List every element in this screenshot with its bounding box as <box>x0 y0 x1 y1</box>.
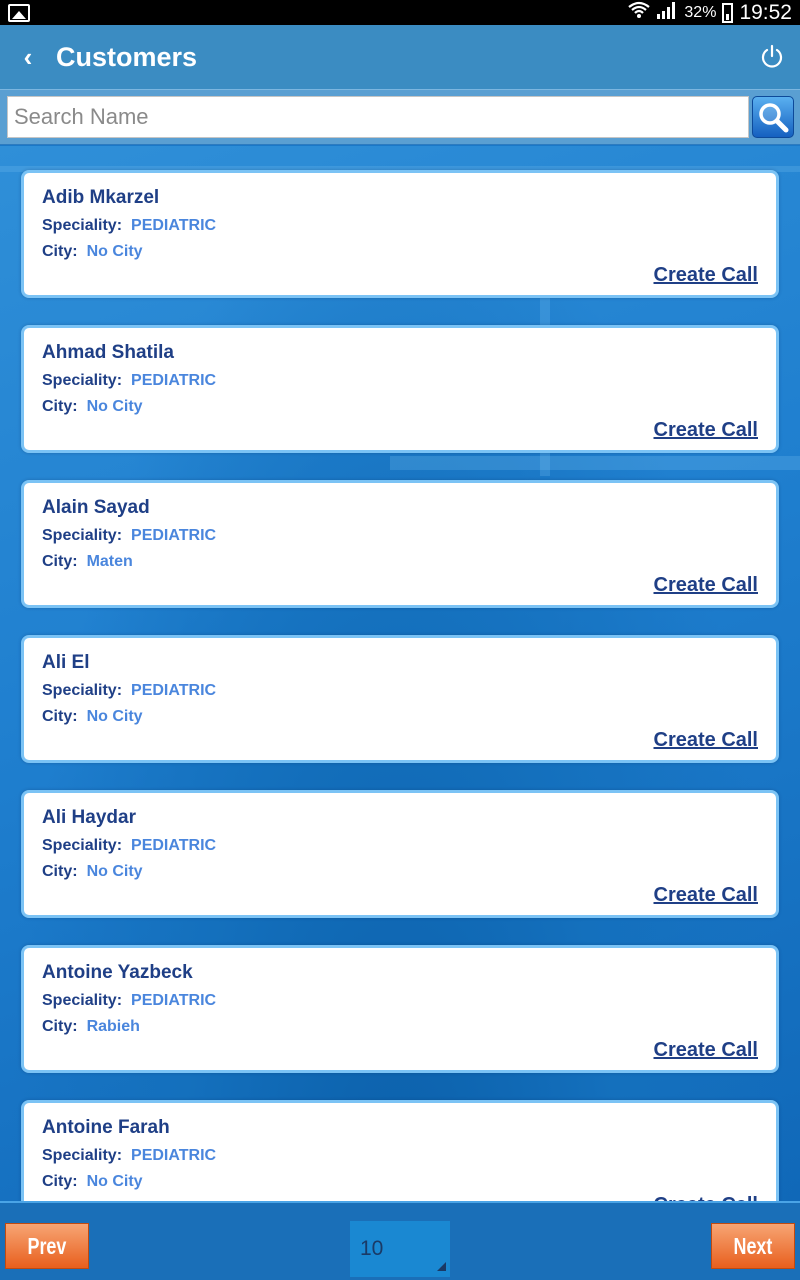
page-size-select[interactable]: 10 <box>350 1221 450 1277</box>
city-label: City: <box>42 863 78 880</box>
power-icon[interactable] <box>748 44 796 70</box>
gallery-notification-icon <box>8 3 30 22</box>
speciality-label: Speciality: <box>42 217 123 234</box>
city-label: City: <box>42 708 78 725</box>
back-chevron-icon[interactable]: ‹ <box>0 42 56 73</box>
speciality-value: PEDIATRIC <box>131 1147 217 1164</box>
customer-list: Adib Mkarzel Speciality: PEDIATRIC City: N… <box>21 170 779 1201</box>
create-call-link[interactable]: Create Call <box>654 264 759 287</box>
speciality-value: PEDIATRIC <box>131 217 217 234</box>
battery-charging-icon <box>722 2 734 23</box>
customer-list-area[interactable]: Adib Mkarzel Speciality: PEDIATRIC City: N… <box>0 146 800 1201</box>
speciality-value: PEDIATRIC <box>131 527 217 544</box>
speciality-value: PEDIATRIC <box>131 992 217 1009</box>
speciality-label: Speciality: <box>42 992 123 1009</box>
customer-card[interactable]: Antoine Yazbeck Speciality: PEDIATRIC Cit… <box>21 945 779 1073</box>
customer-name: Antoine Farah <box>42 1117 170 1138</box>
battery-percent: 32% <box>684 3 717 21</box>
speciality-value: PEDIATRIC <box>131 682 217 699</box>
city-label: City: <box>42 243 78 260</box>
speciality-label: Speciality: <box>42 527 123 544</box>
customer-card[interactable]: Ali Haydar Speciality: PEDIATRIC City: No … <box>21 790 779 918</box>
customer-name: Ahmad Shatila <box>42 342 174 363</box>
clock: 19:52 <box>739 0 792 24</box>
city-label: City: <box>42 398 78 415</box>
dropdown-corner-icon <box>437 1262 446 1271</box>
create-call-link[interactable]: Create Call <box>654 1194 759 1201</box>
city-value: No City <box>86 863 143 880</box>
page-title: Customers <box>56 41 198 72</box>
speciality-label: Speciality: <box>42 837 123 854</box>
create-call-link[interactable]: Create Call <box>654 419 759 442</box>
city-label: City: <box>42 553 78 570</box>
speciality-label: Speciality: <box>42 682 123 699</box>
city-label: City: <box>42 1018 78 1035</box>
page-size-value: 10 <box>360 1237 384 1260</box>
speciality-value: PEDIATRIC <box>131 372 217 389</box>
speciality-value: PEDIATRIC <box>131 837 217 854</box>
customer-name: Ali El <box>42 652 90 673</box>
customer-name: Antoine Yazbeck <box>42 962 193 983</box>
city-value: Maten <box>86 553 133 570</box>
pagination-bar: Prev 10 Next <box>0 1201 800 1280</box>
search-input[interactable] <box>7 96 750 138</box>
customer-name: Ali Haydar <box>42 807 136 828</box>
status-bar: 32% 19:52 <box>0 0 800 25</box>
create-call-link[interactable]: Create Call <box>654 1039 759 1062</box>
customer-card[interactable]: Ahmad Shatila Speciality: PEDIATRIC City:… <box>21 325 779 453</box>
city-value: No City <box>86 1173 143 1190</box>
search-button[interactable] <box>752 96 794 138</box>
customer-card[interactable]: Ali El Speciality: PEDIATRIC City: No City… <box>21 635 779 763</box>
city-value: No City <box>86 243 143 260</box>
city-value: No City <box>86 708 143 725</box>
customer-card[interactable]: Antoine Farah Speciality: PEDIATRIC City:… <box>21 1100 779 1201</box>
customer-card[interactable]: Adib Mkarzel Speciality: PEDIATRIC City: N… <box>21 170 779 298</box>
speciality-label: Speciality: <box>42 1147 123 1164</box>
search-icon <box>759 103 789 133</box>
app-bar: ‹ Customers <box>0 25 800 89</box>
speciality-label: Speciality: <box>42 372 123 389</box>
create-call-link[interactable]: Create Call <box>654 729 759 752</box>
city-label: City: <box>42 1173 78 1190</box>
prev-button[interactable]: Prev <box>5 1223 89 1269</box>
city-value: No City <box>86 398 143 415</box>
create-call-link[interactable]: Create Call <box>654 884 759 907</box>
next-button[interactable]: Next <box>711 1223 795 1269</box>
signal-icon <box>656 1 678 24</box>
wifi-icon <box>628 1 651 24</box>
customer-name: Adib Mkarzel <box>42 187 160 208</box>
prev-label: Prev <box>27 1232 67 1259</box>
next-label: Next <box>733 1232 773 1259</box>
search-bar <box>0 89 800 145</box>
city-value: Rabieh <box>86 1018 140 1035</box>
create-call-link[interactable]: Create Call <box>654 574 759 597</box>
customer-card[interactable]: Alain Sayad Speciality: PEDIATRIC City: Ma… <box>21 480 779 608</box>
customer-name: Alain Sayad <box>42 497 150 518</box>
